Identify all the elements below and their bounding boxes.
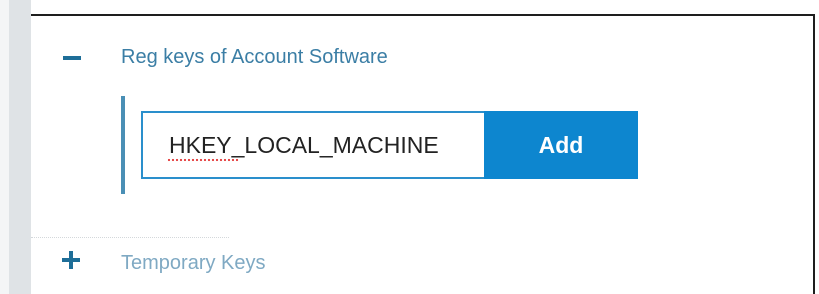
add-button[interactable]: Add [484,111,638,179]
spellcheck-underline [167,158,239,162]
left-edge [0,0,9,294]
plus-icon[interactable] [62,251,80,269]
reg-key-input[interactable] [141,111,485,179]
left-rail [9,0,31,294]
section-title-reg-keys[interactable]: Reg keys of Account Software [121,46,388,69]
divider [31,237,229,238]
section-indent-bar [121,96,125,194]
window: Reg keys of Account Software Add Tempora… [0,0,819,294]
section-title-temporary-keys[interactable]: Temporary Keys [121,252,266,275]
minus-icon[interactable] [63,56,81,60]
